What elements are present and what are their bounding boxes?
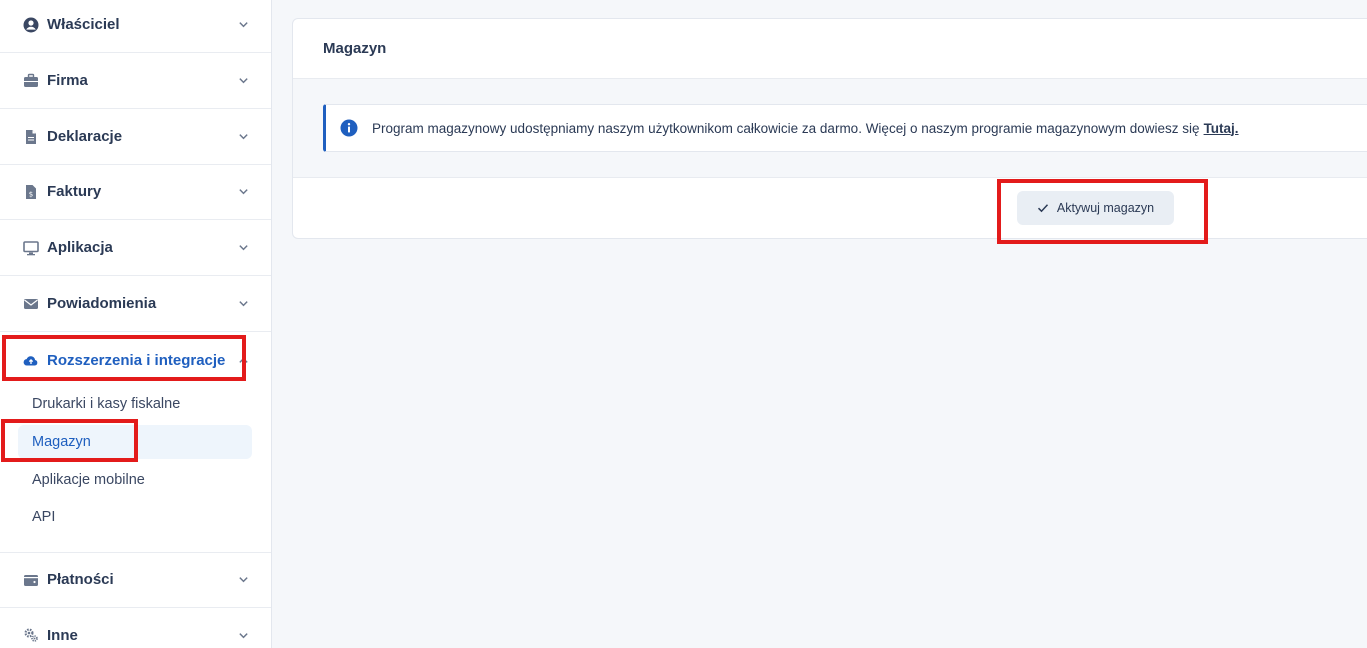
nav-item-label: Płatności bbox=[47, 571, 114, 588]
alert-text: Program magazynowy udostępniamy naszym u… bbox=[372, 120, 1200, 136]
sub-item-api[interactable]: API bbox=[18, 500, 252, 534]
activate-button-label: Aktywuj magazyn bbox=[1056, 201, 1155, 215]
nav-item-faktury[interactable]: $ Faktury bbox=[0, 164, 271, 220]
nav-item-deklaracje[interactable]: Deklaracje bbox=[0, 109, 271, 165]
alert-link[interactable]: Tutaj. bbox=[1204, 121, 1239, 136]
svg-text:$: $ bbox=[29, 190, 33, 198]
chevron-down-icon bbox=[237, 629, 249, 641]
chevron-up-icon bbox=[237, 354, 249, 366]
cloud-upload-icon bbox=[22, 351, 40, 369]
document-icon bbox=[22, 128, 40, 146]
chevron-down-icon bbox=[237, 19, 249, 31]
user-circle-icon bbox=[22, 16, 40, 34]
sub-item-drukarki[interactable]: Drukarki i kasy fiskalne bbox=[18, 387, 252, 421]
monitor-icon bbox=[22, 239, 40, 257]
nav-item-label: Aplikacja bbox=[47, 239, 113, 256]
nav-item-rozszerzenia[interactable]: Rozszerzenia i integracje bbox=[0, 332, 271, 388]
sub-item-aplikacje-mobilne[interactable]: Aplikacje mobilne bbox=[18, 463, 252, 497]
chevron-down-icon bbox=[237, 75, 249, 87]
envelope-icon bbox=[22, 295, 40, 313]
nav-item-wlasciciel[interactable]: Właściciel bbox=[0, 0, 271, 53]
info-alert: Program magazynowy udostępniamy naszym u… bbox=[323, 104, 1367, 152]
sub-item-label: Drukarki i kasy fiskalne bbox=[32, 396, 181, 412]
sub-item-label: API bbox=[32, 509, 56, 525]
nav-item-label: Faktury bbox=[47, 183, 102, 200]
sidebar: Właściciel Firma Deklaracje $ Faktury Ap… bbox=[0, 0, 272, 648]
nav-item-label: Powiadomienia bbox=[47, 295, 157, 312]
chevron-down-icon bbox=[237, 131, 249, 143]
nav-item-label: Inne bbox=[47, 626, 78, 644]
info-icon bbox=[340, 119, 358, 137]
chevron-down-icon bbox=[237, 186, 249, 198]
sub-item-label: Magazyn bbox=[32, 434, 91, 450]
invoice-icon: $ bbox=[22, 183, 40, 201]
nav-item-inne[interactable]: Inne bbox=[0, 607, 271, 648]
nav-item-platnosci[interactable]: Płatności bbox=[0, 552, 271, 608]
checkmark-icon bbox=[1037, 202, 1049, 214]
page-title: Magazyn bbox=[293, 19, 1367, 79]
chevron-down-icon bbox=[237, 574, 249, 586]
nav-item-label: Firma bbox=[47, 72, 88, 89]
activate-warehouse-button[interactable]: Aktywuj magazyn bbox=[1017, 191, 1174, 225]
nav-item-label: Właściciel bbox=[47, 16, 120, 33]
card-body: Program magazynowy udostępniamy naszym u… bbox=[293, 79, 1367, 178]
nav-item-label: Rozszerzenia i integracje bbox=[47, 351, 226, 369]
sub-item-magazyn[interactable]: Magazyn bbox=[18, 425, 252, 459]
warehouse-card: Magazyn Program magazynowy udostępniamy … bbox=[292, 18, 1367, 239]
nav-item-firma[interactable]: Firma bbox=[0, 53, 271, 109]
wallet-icon bbox=[22, 571, 40, 589]
nav-item-label: Deklaracje bbox=[47, 128, 123, 145]
nav-item-powiadomienia[interactable]: Powiadomienia bbox=[0, 276, 271, 332]
sub-item-label: Aplikacje mobilne bbox=[32, 472, 145, 488]
nav-item-aplikacja[interactable]: Aplikacja bbox=[0, 220, 271, 276]
chevron-down-icon bbox=[237, 242, 249, 254]
gears-icon bbox=[22, 626, 40, 644]
briefcase-icon bbox=[22, 72, 40, 90]
chevron-down-icon bbox=[237, 298, 249, 310]
